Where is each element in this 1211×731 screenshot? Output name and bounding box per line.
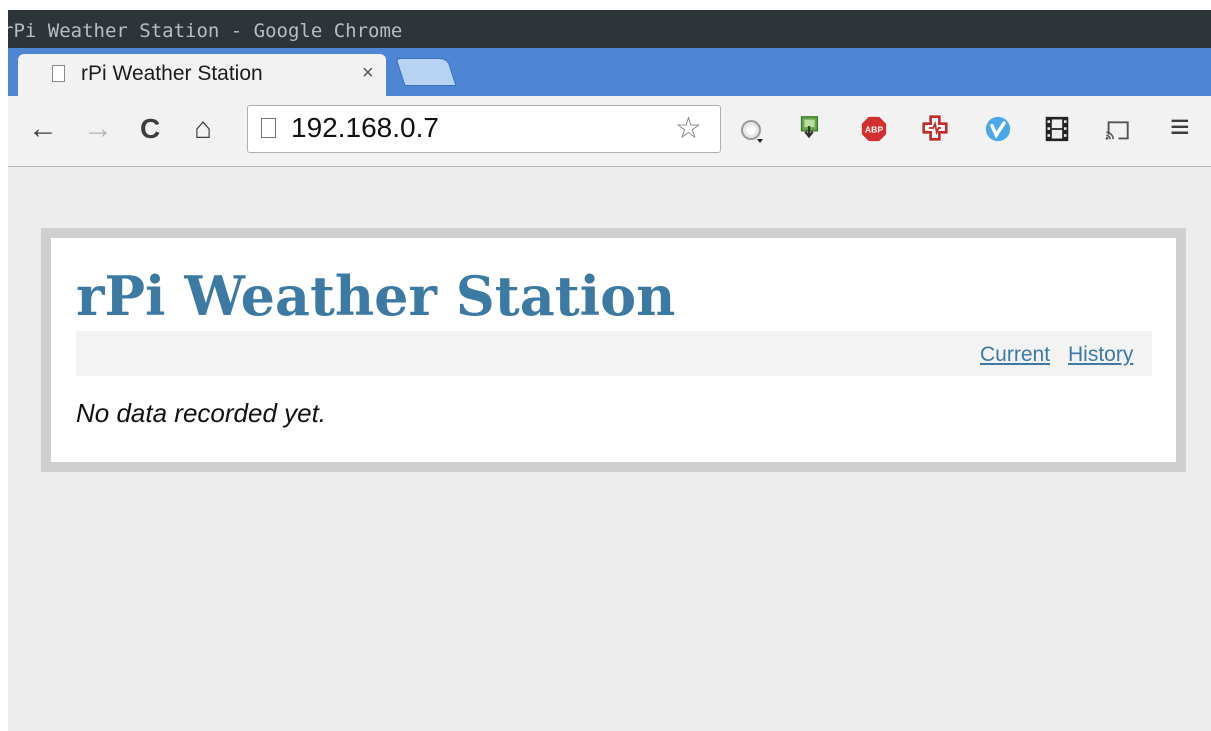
reload-button[interactable]: C: [140, 112, 160, 146]
forward-button[interactable]: →: [83, 112, 113, 146]
bookmark-star-icon[interactable]: ☆: [675, 112, 702, 146]
home-button[interactable]: ⌂: [194, 112, 212, 146]
address-bar[interactable]: 192.168.0.7 ☆: [247, 105, 721, 153]
film-extension-icon[interactable]: [1044, 116, 1070, 142]
tab-close-icon[interactable]: ×: [362, 62, 374, 85]
url-text[interactable]: 192.168.0.7: [291, 112, 439, 144]
window-titlebar: rPi Weather Station - Google Chrome: [8, 10, 1211, 48]
search-extension-icon[interactable]: [740, 118, 766, 144]
nav-link-history[interactable]: History: [1068, 343, 1133, 367]
browser-window: rPi Weather Station - Google Chrome rPi …: [8, 10, 1211, 731]
page-favicon-icon: [52, 65, 65, 82]
medic-extension-icon[interactable]: [922, 115, 948, 141]
page-icon: [261, 118, 276, 138]
adblock-label: ABP: [865, 124, 884, 134]
empty-state-message: No data recorded yet.: [76, 398, 327, 428]
page-title: rPi Weather Station: [76, 264, 676, 328]
back-button[interactable]: ←: [28, 112, 58, 146]
cast-icon[interactable]: [1104, 117, 1130, 143]
tab-rpi-weather-station[interactable]: rPi Weather Station ×: [18, 54, 386, 96]
window-title: rPi Weather Station - Google Chrome: [8, 20, 403, 42]
site-nav: Current History: [76, 331, 1152, 376]
adblock-plus-icon[interactable]: ABP: [861, 116, 887, 142]
download-extension-icon[interactable]: [796, 115, 822, 141]
vimeo-extension-icon[interactable]: [985, 116, 1011, 142]
new-tab-button[interactable]: [395, 58, 457, 86]
weather-station-panel: rPi Weather Station Current History No d…: [41, 228, 1186, 472]
nav-link-current[interactable]: Current: [980, 343, 1050, 367]
tab-strip: rPi Weather Station ×: [8, 48, 1211, 96]
tab-title: rPi Weather Station: [81, 62, 263, 85]
chrome-menu-button[interactable]: ≡: [1170, 110, 1190, 144]
browser-toolbar: ← → C ⌂ 192.168.0.7 ☆ ABP ≡: [8, 96, 1211, 167]
